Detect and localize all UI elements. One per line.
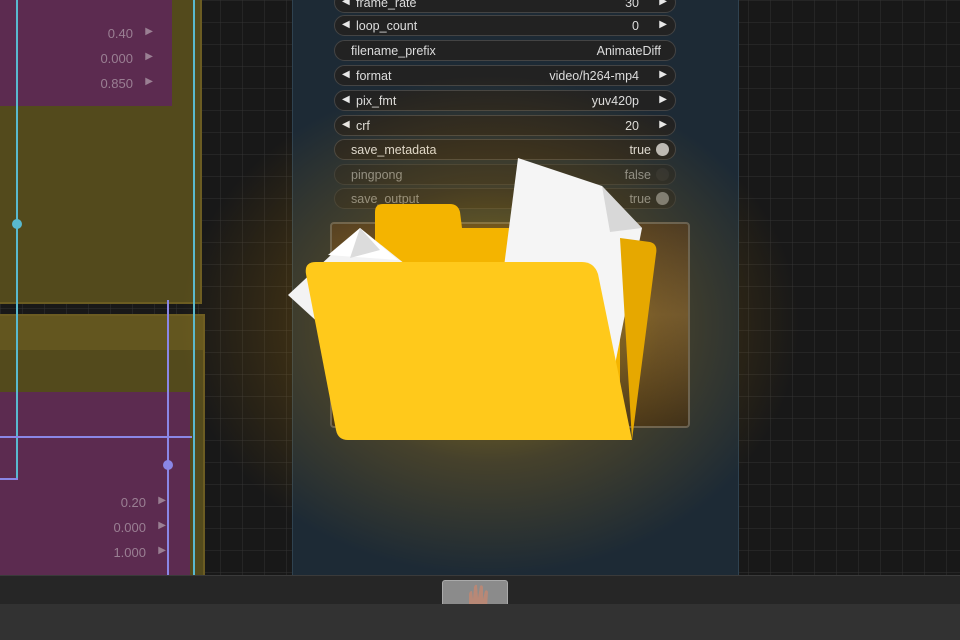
left-bottom-widget-2[interactable]: 0.000 ▶: [0, 516, 178, 538]
widget-value: 0: [632, 19, 639, 33]
open-folder-icon: [288, 158, 657, 440]
arrow-right-icon: ▶: [145, 26, 153, 37]
widget-label: filename_prefix: [351, 44, 436, 58]
footer-bar: [0, 604, 960, 640]
arrow-left-icon[interactable]: ◀: [342, 19, 350, 30]
widget-filename-prefix[interactable]: filename_prefix AnimateDiff: [334, 40, 676, 61]
widget-loop-count[interactable]: ◀ loop_count 0 ▶: [334, 15, 676, 36]
widget-value: 30: [625, 0, 639, 10]
link-wire-purple-vertical[interactable]: [167, 300, 169, 575]
left-node-top[interactable]: [0, 0, 202, 304]
link-wire-cyan-vertical[interactable]: [16, 0, 18, 480]
arrow-right-icon: ▶: [145, 51, 153, 62]
arrow-right-icon: ▶: [158, 495, 166, 506]
link-midpoint-dot[interactable]: [12, 219, 22, 229]
arrow-right-icon[interactable]: ▶: [659, 94, 667, 105]
widget-value: 0.40: [107, 26, 133, 41]
widget-value: 0.000: [100, 51, 133, 66]
arrow-right-icon: ▶: [145, 76, 153, 87]
arrow-left-icon[interactable]: ◀: [342, 0, 350, 7]
arrow-right-icon[interactable]: ▶: [659, 19, 667, 30]
left-top-widget-1[interactable]: 0.40 ▶: [0, 22, 165, 44]
widget-value: 0.20: [120, 495, 146, 510]
arrow-right-icon[interactable]: ▶: [659, 0, 667, 7]
arrow-right-icon[interactable]: ▶: [659, 69, 667, 80]
widget-frame-rate[interactable]: ◀ frame_rate 30 ▶: [334, 0, 676, 13]
link-midpoint-dot[interactable]: [163, 460, 173, 470]
link-wire-purple-horizontal[interactable]: [0, 436, 192, 438]
left-bottom-widget-1[interactable]: 0.20 ▶: [0, 491, 178, 513]
arrow-left-icon[interactable]: ◀: [342, 69, 350, 80]
arrow-right-icon: ▶: [158, 520, 166, 531]
arrow-right-icon: ▶: [158, 545, 166, 556]
widget-value: AnimateDiff: [596, 44, 661, 58]
left-top-widget-3[interactable]: 0.850 ▶: [0, 72, 165, 94]
widget-label: format: [356, 69, 392, 83]
widget-value: 1.000: [113, 545, 146, 560]
hand-grab-icon[interactable]: [442, 580, 508, 607]
left-bottom-widget-3[interactable]: 1.000 ▶: [0, 541, 178, 563]
widget-label: frame_rate: [356, 0, 417, 10]
link-wire-purple-loop[interactable]: [0, 478, 18, 480]
widget-label: loop_count: [356, 19, 418, 33]
widget-value: video/h264-mp4: [549, 69, 639, 83]
widget-value: 0.000: [113, 520, 146, 535]
left-top-widget-2[interactable]: 0.000 ▶: [0, 47, 165, 69]
left-node-bottom-header: [0, 316, 203, 350]
widget-value: 0.850: [100, 76, 133, 91]
